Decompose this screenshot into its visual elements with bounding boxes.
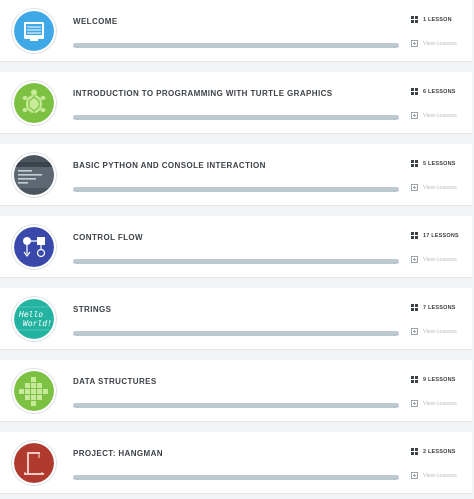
view-lessons-link[interactable]: View Lessons bbox=[411, 256, 457, 263]
lessons-grid-icon bbox=[411, 304, 418, 311]
lesson-count: 9 LESSONS bbox=[411, 376, 456, 383]
module-progress-bar bbox=[73, 475, 399, 480]
module-card-welcome[interactable]: WELCOME 1 LESSON View Lessons bbox=[0, 0, 472, 62]
monitor-icon bbox=[14, 11, 54, 51]
lesson-count: 17 LESSONS bbox=[411, 232, 459, 239]
lesson-count-label: 6 LESSONS bbox=[423, 88, 456, 95]
module-title: STRINGS bbox=[73, 305, 112, 314]
flowchart-icon bbox=[14, 227, 54, 267]
lesson-count: 7 LESSONS bbox=[411, 304, 456, 311]
expand-plus-icon bbox=[411, 256, 418, 263]
view-lessons-link[interactable]: View Lessons bbox=[411, 112, 457, 119]
expand-plus-icon bbox=[411, 112, 418, 119]
lessons-grid-icon bbox=[411, 16, 418, 23]
lesson-count: 2 LESSONS bbox=[411, 448, 456, 455]
module-progress-bar bbox=[73, 187, 399, 192]
view-lessons-link[interactable]: View Lessons bbox=[411, 40, 457, 47]
view-lessons-link[interactable]: View Lessons bbox=[411, 472, 457, 479]
expand-plus-icon bbox=[411, 328, 418, 335]
view-lessons-label: View Lessons bbox=[423, 400, 457, 407]
grid-blocks-icon bbox=[14, 371, 54, 411]
view-lessons-label: View Lessons bbox=[423, 184, 457, 191]
module-title: CONTROL FLOW bbox=[73, 233, 143, 242]
module-card-turtle-graphics[interactable]: INTRODUCTION TO PROGRAMMING WITH TURTLE … bbox=[0, 72, 472, 134]
lesson-count-label: 1 LESSON bbox=[423, 16, 452, 23]
lesson-count-label: 2 LESSONS bbox=[423, 448, 456, 455]
expand-plus-icon bbox=[411, 184, 418, 191]
module-card-hangman[interactable]: PROJECT: HANGMAN 2 LESSONS View Lessons bbox=[0, 432, 472, 494]
module-card-basic-python[interactable]: BASIC PYTHON AND CONSOLE INTERACTION 5 L… bbox=[0, 144, 472, 206]
lesson-count-label: 7 LESSONS bbox=[423, 304, 456, 311]
module-list: WELCOME 1 LESSON View Lessons INTRODUCTI… bbox=[0, 0, 474, 499]
module-title: BASIC PYTHON AND CONSOLE INTERACTION bbox=[73, 161, 266, 170]
view-lessons-link[interactable]: View Lessons bbox=[411, 328, 457, 335]
expand-plus-icon bbox=[411, 400, 418, 407]
lessons-grid-icon bbox=[411, 376, 418, 383]
lesson-count: 1 LESSON bbox=[411, 16, 452, 23]
module-progress-bar bbox=[73, 331, 399, 336]
view-lessons-label: View Lessons bbox=[423, 256, 457, 263]
lesson-count: 5 LESSONS bbox=[411, 160, 456, 167]
module-progress-bar bbox=[73, 403, 399, 408]
view-lessons-label: View Lessons bbox=[423, 40, 457, 47]
lessons-grid-icon bbox=[411, 160, 418, 167]
lesson-count: 6 LESSONS bbox=[411, 88, 456, 95]
view-lessons-label: View Lessons bbox=[423, 472, 457, 479]
module-progress-bar bbox=[73, 43, 399, 48]
module-title: DATA STRUCTURES bbox=[73, 377, 157, 386]
view-lessons-label: View Lessons bbox=[423, 328, 457, 335]
lessons-grid-icon bbox=[411, 232, 418, 239]
module-progress-bar bbox=[73, 259, 399, 264]
view-lessons-link[interactable]: View Lessons bbox=[411, 184, 457, 191]
lesson-count-label: 5 LESSONS bbox=[423, 160, 456, 167]
module-title: PROJECT: HANGMAN bbox=[73, 449, 163, 458]
view-lessons-label: View Lessons bbox=[423, 112, 457, 119]
icon-text-world: World! bbox=[23, 319, 52, 328]
lesson-count-label: 9 LESSONS bbox=[423, 376, 456, 383]
module-card-strings[interactable]: Hello World! STRINGS 7 LESSONS View Less… bbox=[0, 288, 472, 350]
lessons-grid-icon bbox=[411, 88, 418, 95]
module-card-control-flow[interactable]: CONTROL FLOW 17 LESSONS View Lessons bbox=[0, 216, 472, 278]
console-icon bbox=[14, 155, 54, 195]
module-card-data-structures[interactable]: DATA STRUCTURES 9 LESSONS View Lessons bbox=[0, 360, 472, 422]
module-progress-bar bbox=[73, 115, 399, 120]
lesson-count-label: 17 LESSONS bbox=[423, 232, 459, 239]
turtle-icon bbox=[14, 83, 54, 123]
lessons-grid-icon bbox=[411, 448, 418, 455]
expand-plus-icon bbox=[411, 40, 418, 47]
view-lessons-link[interactable]: View Lessons bbox=[411, 400, 457, 407]
module-title: INTRODUCTION TO PROGRAMMING WITH TURTLE … bbox=[73, 89, 333, 98]
gallows-icon bbox=[14, 443, 54, 483]
hello-world-icon: Hello World! bbox=[14, 299, 54, 339]
icon-text-hello: Hello bbox=[18, 310, 43, 319]
module-title: WELCOME bbox=[73, 17, 118, 26]
expand-plus-icon bbox=[411, 472, 418, 479]
